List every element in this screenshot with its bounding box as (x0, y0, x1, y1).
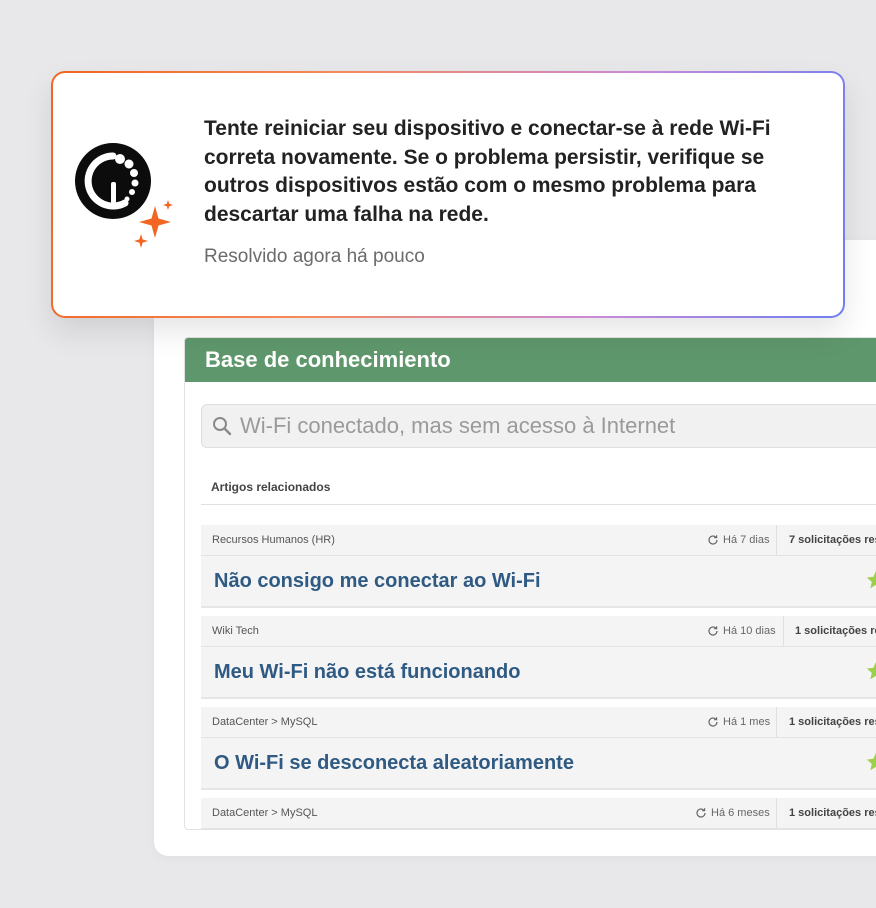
divider (783, 616, 784, 646)
article-solved-count: 1 solicitações resolvidas (789, 807, 876, 819)
article-card[interactable]: Recursos Humanos (HR) Há 7 dias 7 solici… (201, 525, 876, 608)
search-bar[interactable] (201, 404, 876, 448)
article-title[interactable]: O Wi-Fi se desconecta aleatoriamente (201, 738, 876, 790)
article-card[interactable]: Wiki Tech Há 10 dias 1 solicitações reso… (201, 616, 876, 699)
article-meta: Wiki Tech Há 10 dias 1 solicitações reso… (201, 616, 876, 647)
article-updated-text: Há 7 dias (723, 534, 770, 546)
article-updated: Há 7 dias (707, 525, 769, 555)
refresh-icon (695, 807, 707, 819)
article-category: DataCenter > MySQL (212, 716, 318, 728)
article-updated: Há 10 dias (707, 616, 776, 646)
article-title-text[interactable]: O Wi-Fi se desconecta aleatoriamente (214, 752, 574, 774)
article-category: Wiki Tech (212, 625, 259, 637)
notification-message: Tente reiniciar seu dispositivo e conect… (204, 117, 771, 226)
article-updated: Há 6 meses (695, 798, 770, 828)
refresh-icon (707, 716, 719, 728)
article-updated-text: Há 10 dias (723, 625, 776, 637)
article-meta: DataCenter > MySQL Há 1 mes 1 solicitaçõ… (201, 707, 876, 738)
refresh-icon (707, 534, 719, 546)
article-solved-count: 1 solicitações resolvidas (789, 716, 876, 728)
article-title[interactable]: Meu Wi-Fi não está funcionando (201, 647, 876, 699)
divider (201, 504, 876, 505)
article-card[interactable]: DataCenter > MySQL Há 1 mes 1 solicitaçõ… (201, 707, 876, 790)
star-icon (866, 661, 876, 680)
search-icon (204, 404, 240, 448)
resolution-notification: Tente reiniciar seu dispositivo e conect… (51, 71, 845, 318)
article-meta: DataCenter > MySQL Há 6 meses 1 solicita… (201, 798, 876, 829)
article-title-text[interactable]: Não consigo me conectar ao Wi-Fi (214, 570, 541, 592)
star-icon (866, 570, 876, 589)
search-input[interactable] (240, 406, 876, 446)
article-category: Recursos Humanos (HR) (212, 534, 335, 546)
article-solved-count: 7 solicitações resolvidas (789, 534, 876, 546)
notification-body: Tente reiniciar seu dispositivo e conect… (53, 73, 843, 316)
related-articles-label: Artigos relacionados (211, 480, 331, 494)
article-title-text[interactable]: Meu Wi-Fi não está funcionando (214, 661, 520, 683)
knowledge-base-panel: Base de conhecimiento Artigos relacionad… (184, 337, 876, 830)
notification-status: Resolvido agora há pouco (204, 246, 425, 267)
divider (776, 798, 777, 828)
refresh-icon (707, 625, 719, 637)
article-meta: Recursos Humanos (HR) Há 7 dias 7 solici… (201, 525, 876, 556)
article-updated: Há 1 mes (707, 707, 770, 737)
article-title[interactable]: Não consigo me conectar ao Wi-Fi (201, 556, 876, 608)
divider (776, 525, 777, 555)
star-icon (866, 752, 876, 771)
divider (776, 707, 777, 737)
knowledge-base-title: Base de conhecimiento (185, 338, 876, 382)
assistant-logo-icon (75, 143, 173, 248)
article-updated-text: Há 1 mes (723, 716, 771, 728)
article-solved-count: 1 solicitações resolvidas (795, 625, 876, 637)
article-card[interactable]: DataCenter > MySQL Há 6 meses 1 solicita… (201, 798, 876, 829)
article-category: DataCenter > MySQL (212, 807, 318, 819)
article-updated-text: Há 6 meses (711, 807, 770, 819)
